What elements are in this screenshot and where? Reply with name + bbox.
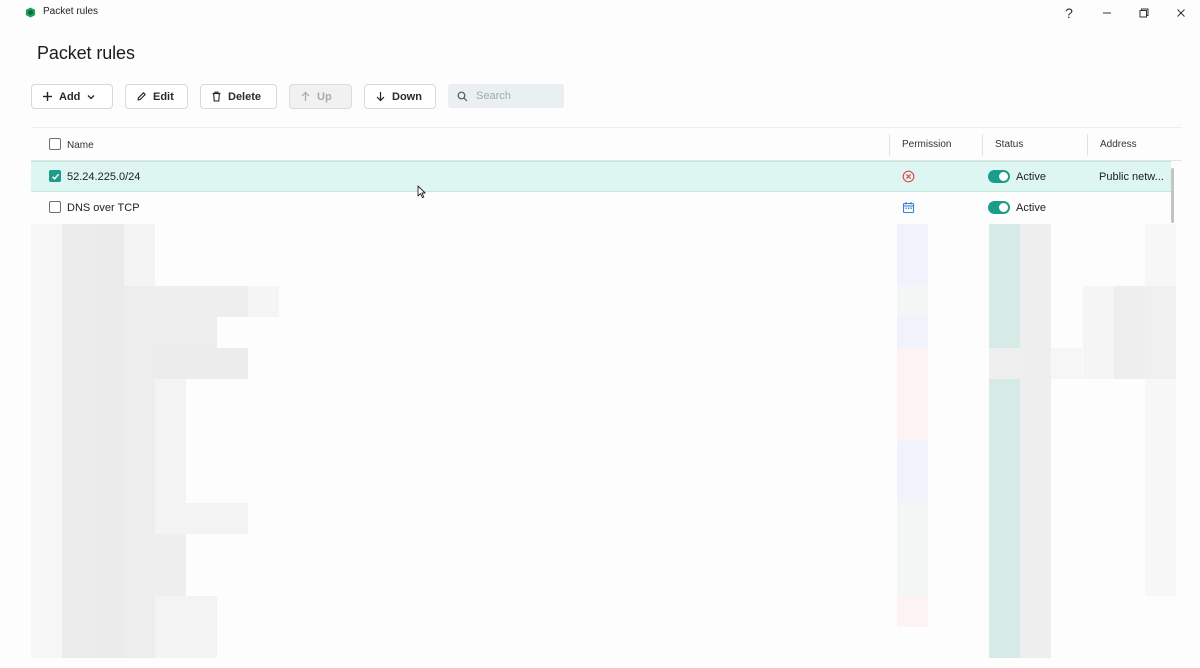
placeholder-block [124,224,155,286]
placeholder-block [989,348,1020,379]
block-icon [902,170,915,183]
placeholder-block [155,317,217,348]
column-header-status[interactable]: Status [995,139,1023,150]
chevron-down-icon [87,94,95,99]
down-label: Down [392,90,422,103]
column-divider[interactable] [982,134,983,156]
close-button[interactable] [1168,3,1194,23]
placeholder-block [1145,224,1176,596]
column-divider[interactable] [889,134,890,156]
placeholder-block [989,224,1020,348]
minimize-button[interactable] [1094,3,1120,23]
rule-name: 52.24.225.0/24 [67,171,141,183]
table-row[interactable]: 52.24.225.0/24 Active Public netw... [31,161,1171,192]
up-button[interactable]: Up [289,84,352,109]
placeholder-block [897,224,928,286]
column-header-name[interactable]: Name [67,140,94,151]
status-label: Active [1016,171,1046,183]
table-header: Name Permission Status Address [31,128,1182,161]
plus-icon [43,92,52,101]
packet-rules-table: Name Permission Status Address 52.24.225… [31,127,1182,658]
placeholder-block [124,286,155,658]
arrow-up-icon [301,91,310,101]
placeholder-block [897,503,928,596]
row-checkbox[interactable] [49,201,61,213]
table-scrollbar[interactable] [1171,168,1174,223]
status-label: Active [1016,202,1046,214]
placeholder-block [124,534,186,596]
pencil-icon [137,92,146,101]
table-row[interactable]: DNS over TCP Active [31,193,1171,224]
address-value: Public netw... [1099,171,1164,183]
add-button[interactable]: Add [31,84,113,109]
help-icon: ? [1065,5,1073,21]
add-label: Add [59,90,81,103]
column-divider[interactable] [1087,134,1088,156]
checkmark-icon [51,173,59,180]
rule-name: DNS over TCP [67,202,140,214]
status-toggle[interactable] [988,170,1010,183]
app-logo-icon [25,7,36,18]
search-icon [457,91,468,101]
loading-rows-placeholder [31,224,1182,658]
up-label: Up [317,90,332,103]
placeholder-block [897,348,928,441]
window-title: Packet rules [43,6,99,17]
restore-button[interactable] [1131,3,1157,23]
placeholder-block [93,224,124,658]
placeholder-block [248,286,279,317]
column-header-address[interactable]: Address [1100,139,1137,150]
select-all-checkbox[interactable] [49,138,61,150]
placeholder-block [897,441,928,503]
placeholder-block [155,596,217,658]
delete-label: Delete [228,90,262,103]
placeholder-block [155,286,248,317]
placeholder-block [897,317,928,348]
status-toggle[interactable] [988,201,1010,214]
placeholder-block [897,596,928,627]
placeholder-block [155,379,186,503]
search-box[interactable] [448,84,564,108]
placeholder-block [155,503,248,534]
placeholder-block [1020,224,1051,658]
placeholder-block [1145,286,1176,379]
placeholder-block [1051,348,1082,379]
close-icon [1177,9,1185,17]
calendar-icon [902,202,915,214]
placeholder-block [31,224,62,658]
edit-button[interactable]: Edit [125,84,188,109]
help-button[interactable]: ? [1056,3,1082,23]
delete-button[interactable]: Delete [200,84,277,109]
minimize-icon [1103,12,1111,14]
restore-icon [1139,8,1149,18]
row-checkbox[interactable] [49,170,61,182]
down-button[interactable]: Down [364,84,436,109]
edit-label: Edit [153,90,174,103]
placeholder-block [1083,286,1114,379]
placeholder-block [1114,286,1145,379]
page-title: Packet rules [37,43,135,63]
placeholder-block [989,379,1020,658]
arrow-down-icon [376,92,385,102]
placeholder-block [897,286,928,317]
placeholder-block [62,224,93,658]
title-bar: Packet rules ? [0,0,1200,26]
column-header-permission[interactable]: Permission [902,139,951,150]
search-input[interactable] [476,90,556,102]
trash-icon [212,91,221,102]
placeholder-block [155,348,248,379]
mouse-cursor-icon [417,185,426,199]
